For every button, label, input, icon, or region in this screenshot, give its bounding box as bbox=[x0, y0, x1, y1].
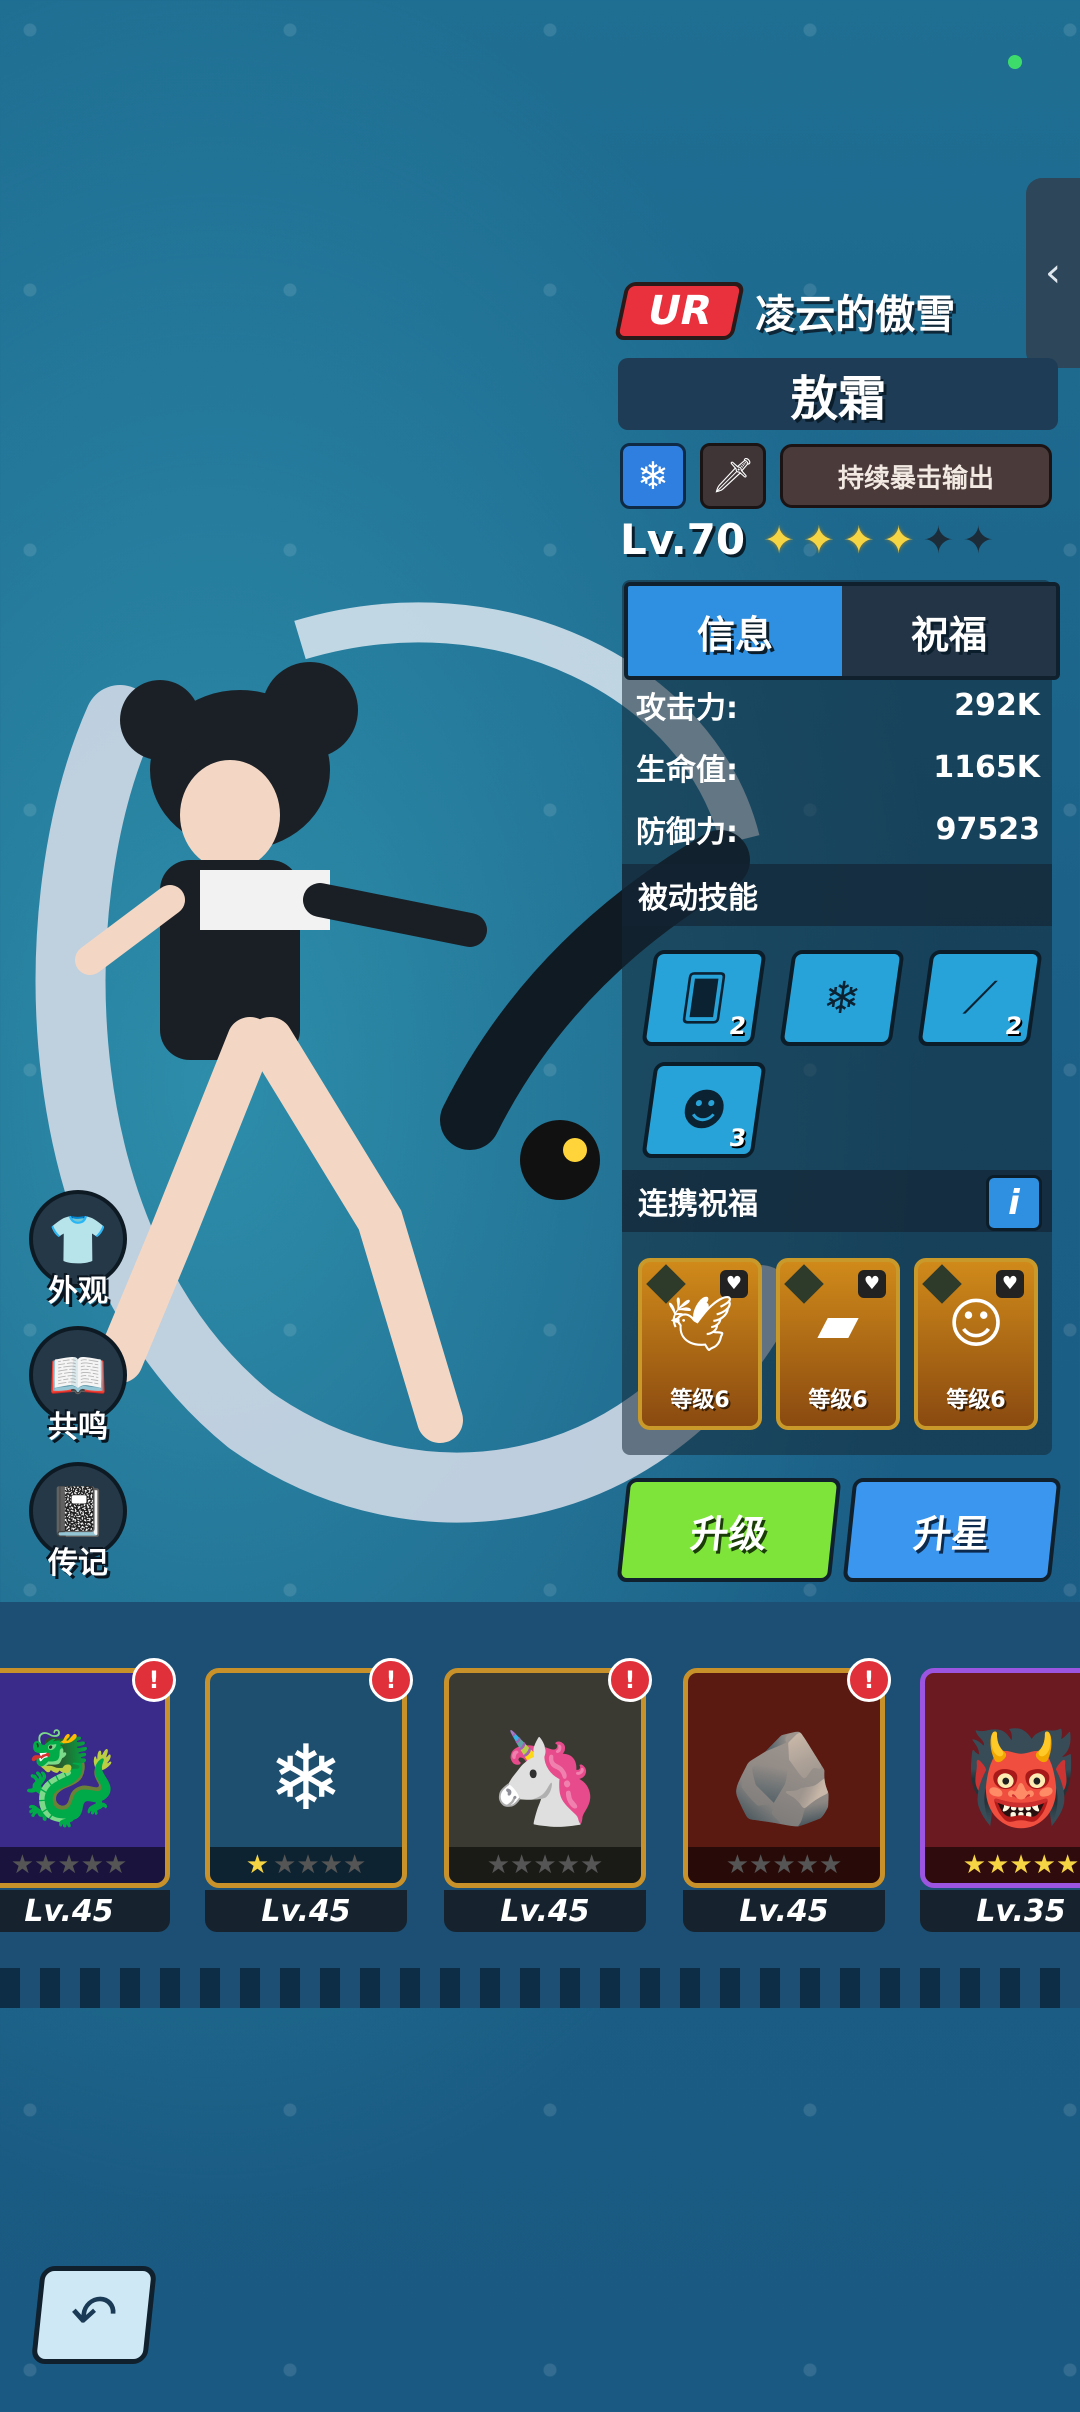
tab-info[interactable]: 信息 bbox=[628, 586, 842, 676]
side-button-label: 外观 bbox=[48, 1274, 108, 1309]
star-icon: ✦ bbox=[882, 517, 915, 562]
status-indicator bbox=[1008, 55, 1022, 69]
gold-bar-icon: ▰ bbox=[817, 1292, 859, 1355]
info-tabs: 信息 祝福 bbox=[624, 582, 1060, 680]
tab-blessing[interactable]: 祝福 bbox=[842, 586, 1056, 676]
hero-name: 敖霜 bbox=[618, 358, 1058, 430]
blessing-level: 等级6 bbox=[946, 1388, 1006, 1413]
hero-portrait-frame: 🐉 ★★★★★ bbox=[0, 1668, 170, 1888]
hero-level: Lv.45 bbox=[205, 1890, 407, 1932]
stat-label: 攻击力: bbox=[636, 691, 738, 726]
blessing-card[interactable]: ♥ ☺ 等级6 bbox=[914, 1258, 1038, 1430]
stat-attack: 攻击力: 292K bbox=[636, 676, 1040, 734]
hero-subtitle: 凌云的傲雪 bbox=[755, 292, 956, 338]
skill-count: 2 bbox=[727, 1012, 749, 1040]
blessing-card[interactable]: ♥ 🕊 等级6 bbox=[638, 1258, 762, 1430]
hero-level: Lv.45 bbox=[444, 1890, 646, 1932]
skill-count: 3 bbox=[727, 1124, 749, 1152]
hero-level: Lv.70 bbox=[620, 515, 746, 564]
star-up-button[interactable]: 升星 bbox=[842, 1478, 1062, 1582]
skill-count: 2 bbox=[1003, 1012, 1025, 1040]
hero-portrait-frame: ❄ ★ ★★★★ bbox=[205, 1668, 407, 1888]
winged-creature-icon: 🕊 bbox=[665, 1292, 735, 1355]
stat-label: 生命值: bbox=[636, 753, 738, 788]
alert-badge: ! bbox=[608, 1658, 652, 1702]
star-icon: ✦ bbox=[802, 517, 835, 562]
rarity-badge: UR bbox=[613, 282, 746, 340]
hero-stars: ★★★★★ bbox=[0, 1847, 165, 1883]
side-drawer-tab[interactable]: ‹ bbox=[1026, 178, 1080, 368]
demon-icon: ☺ bbox=[947, 1292, 1005, 1355]
hero-stars: ★★★★★ bbox=[688, 1847, 880, 1883]
side-button-label: 传记 bbox=[48, 1546, 108, 1581]
stat-value: 292K bbox=[954, 687, 1040, 723]
blessing-card[interactable]: ♥ ▰ 等级6 bbox=[776, 1258, 900, 1430]
stat-defense: 防御力: 97523 bbox=[636, 800, 1040, 858]
hero-stars: ★★★★★ bbox=[210, 1847, 402, 1883]
card-snowflake-icon: 🂠 bbox=[677, 972, 731, 1024]
roster-hero-card[interactable]: 👹 ★★★★★ Lv.35 bbox=[920, 1668, 1080, 1932]
side-button-resonance[interactable]: 📖 共鸣 bbox=[28, 1326, 128, 1446]
hero-stars: ★★★★★ bbox=[449, 1847, 641, 1883]
blessing-level: 等级6 bbox=[808, 1388, 868, 1413]
upgrade-button[interactable]: 升级 bbox=[616, 1478, 842, 1582]
hero-tags: ❄ 🗡 持续暴击输出 bbox=[620, 443, 1052, 509]
hero-portrait-frame: 🪨 ★★★★★ bbox=[683, 1668, 885, 1888]
stat-value: 97523 bbox=[935, 811, 1040, 847]
roster-hero-card[interactable]: 🪨 ★★★★★ ! Lv.45 bbox=[683, 1658, 891, 1932]
star-empty-icon: ✦ bbox=[922, 517, 955, 562]
star-icon: ✦ bbox=[763, 517, 795, 562]
passive-skill-demon-mask[interactable]: ☻ 3 bbox=[641, 1062, 767, 1158]
star-empty-icon: ✦ bbox=[962, 517, 995, 562]
sword-icon[interactable]: 🗡 bbox=[700, 443, 766, 509]
role-badge[interactable]: 持续暴击输出 bbox=[780, 444, 1052, 508]
info-button[interactable]: i bbox=[986, 1175, 1042, 1231]
blessing-level: 等级6 bbox=[670, 1388, 730, 1413]
hero-level: Lv.45 bbox=[683, 1890, 885, 1932]
snowflake-icon[interactable]: ❄ bbox=[620, 443, 686, 509]
claw-icon: ⟋ bbox=[961, 972, 999, 1024]
chevron-left-icon: ‹ bbox=[1045, 250, 1061, 296]
hero-portrait-frame: 🦄 ★★★★★ bbox=[444, 1668, 646, 1888]
hero-level: Lv.35 bbox=[920, 1890, 1080, 1932]
passive-skill-claw[interactable]: ⟋ 2 bbox=[917, 950, 1043, 1046]
alert-badge: ! bbox=[132, 1658, 176, 1702]
star-icon: ✦ bbox=[842, 517, 875, 562]
demon-mask-icon: ☻ bbox=[677, 1084, 731, 1136]
stat-value: 1165K bbox=[933, 749, 1040, 785]
roster-hero-card[interactable]: 🐉 ★★★★★ ! Lv.45 bbox=[0, 1658, 176, 1932]
roster-hero-card[interactable]: 🦄 ★★★★★ ! Lv.45 bbox=[444, 1658, 652, 1932]
hero-stars: ★★★★★ bbox=[925, 1847, 1080, 1883]
hero-portrait-frame: 👹 ★★★★★ bbox=[920, 1668, 1080, 1888]
alert-badge: ! bbox=[847, 1658, 891, 1702]
roster-hero-card[interactable]: ❄ ★ ★★★★ ! Lv.45 bbox=[205, 1658, 413, 1932]
hero-level: Lv.45 bbox=[0, 1890, 170, 1932]
side-button-appearance[interactable]: 👕 外观 bbox=[28, 1190, 128, 1310]
stat-hp: 生命值: 1165K bbox=[636, 738, 1040, 796]
back-arrow-icon: ↶ bbox=[67, 2282, 121, 2348]
strip-edge-decoration bbox=[0, 1968, 1080, 2008]
level-row: Lv.70 ✦ ✦ ✦ ✦ ✦ ✦ bbox=[620, 515, 994, 564]
side-button-biography[interactable]: 📓 传记 bbox=[28, 1462, 128, 1582]
snowflake-icon: ❄ bbox=[819, 972, 865, 1024]
stat-label: 防御力: bbox=[636, 815, 738, 850]
alert-badge: ! bbox=[369, 1658, 413, 1702]
passive-skills-header: 被动技能 bbox=[622, 864, 1052, 926]
passive-skill-card-snowflake[interactable]: 🂠 2 bbox=[641, 950, 767, 1046]
side-button-label: 共鸣 bbox=[48, 1410, 108, 1445]
back-button[interactable]: ↶ bbox=[30, 2266, 158, 2364]
passive-skill-snowflake[interactable]: ❄ bbox=[779, 950, 905, 1046]
hero-title-row: UR 凌云的傲雪 bbox=[613, 282, 956, 340]
